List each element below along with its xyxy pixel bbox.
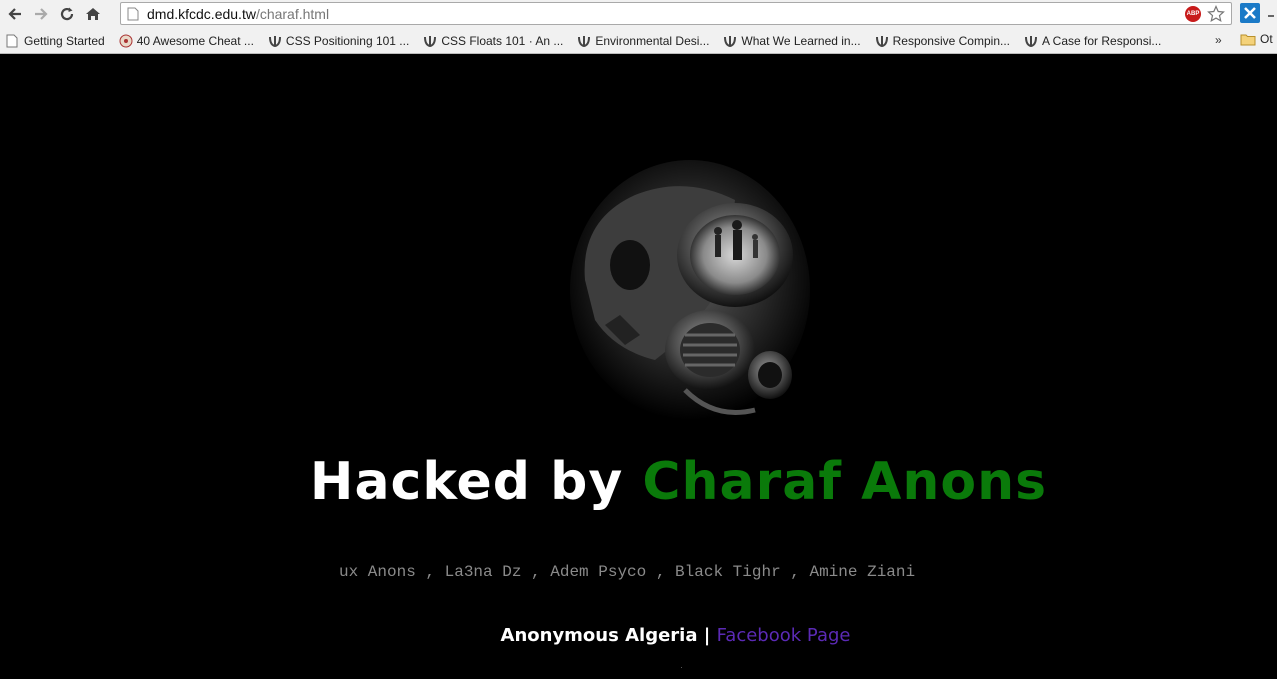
headline-green-text: Charaf Anons: [642, 452, 1048, 512]
home-button[interactable]: [82, 3, 104, 25]
laurel-favicon-icon: [875, 34, 889, 48]
bookmark-item[interactable]: Responsive Compin...: [869, 30, 1018, 52]
page-content: Hacked by Charaf Anons ux Anons , La3na …: [0, 55, 1277, 679]
other-bookmarks-label: Ot: [1260, 32, 1273, 46]
laurel-favicon-icon: [423, 34, 437, 48]
laurel-favicon-icon: [1024, 34, 1038, 48]
bookmark-item[interactable]: Getting Started: [0, 30, 113, 52]
bookmark-label: 40 Awesome Cheat ...: [136, 33, 254, 48]
facebook-page-link[interactable]: Facebook Page: [717, 625, 851, 646]
back-arrow-icon: [8, 8, 21, 20]
browser-toolbar: dmd.kfcdc.edu.tw/charaf.html ABP: [0, 0, 1277, 28]
bookmark-label: CSS Floats 101 · An ...: [441, 33, 564, 48]
other-bookmarks-button[interactable]: Ot: [1240, 32, 1273, 46]
laurel-favicon-icon: [268, 34, 282, 48]
page-headline: Hacked by Charaf Anons: [0, 452, 1277, 512]
folder-icon: [1240, 34, 1256, 45]
bookmark-item[interactable]: A Case for Responsi...: [1018, 30, 1169, 52]
gas-mask-skull-image: [565, 160, 825, 435]
reload-button[interactable]: [56, 3, 78, 25]
adblock-icon[interactable]: ABP: [1185, 6, 1201, 22]
bookmark-label: Getting Started: [24, 33, 105, 48]
laurel-favicon-icon: [723, 34, 737, 48]
bookmark-item[interactable]: 40 Awesome Cheat ...: [113, 30, 262, 52]
url-path: /charaf.html: [255, 5, 330, 22]
bookmarks-bar: Getting Started 40 Awesome Cheat ... CSS…: [0, 28, 1277, 54]
headline-white-text: Hacked by: [309, 452, 643, 512]
bookmark-label: Environmental Desi...: [595, 33, 710, 48]
decorative-dot: [681, 667, 682, 668]
url-domain: dmd.kfcdc.edu.tw: [147, 5, 256, 22]
footer-line: Anonymous Algeria | Facebook Page: [0, 625, 1277, 646]
bookmark-label: What We Learned in...: [741, 33, 861, 48]
bookmarks-overflow-button[interactable]: »: [1215, 33, 1222, 47]
back-button[interactable]: [4, 3, 26, 25]
site-favicon-icon: [119, 34, 133, 48]
home-icon: [86, 8, 100, 20]
page-icon: [6, 34, 20, 48]
menu-icon[interactable]: [1268, 13, 1274, 19]
crew-list: ux Anons , La3na Dz , Adem Psyco , Black…: [339, 563, 916, 581]
reload-icon: [60, 7, 74, 21]
star-icon[interactable]: [1207, 5, 1225, 23]
bookmark-item[interactable]: CSS Positioning 101 ...: [262, 30, 417, 52]
x-extension-icon: [1244, 7, 1256, 19]
team-name: Anonymous Algeria: [500, 625, 698, 646]
laurel-favicon-icon: [577, 34, 591, 48]
bookmark-item[interactable]: CSS Floats 101 · An ...: [417, 30, 571, 52]
bookmark-label: A Case for Responsi...: [1042, 33, 1162, 48]
bookmark-label: CSS Positioning 101 ...: [285, 33, 410, 48]
forward-arrow-icon: [35, 8, 48, 20]
forward-button[interactable]: [30, 3, 52, 25]
extension-icon[interactable]: [1240, 3, 1260, 23]
bookmark-label: Responsive Compin...: [892, 33, 1010, 48]
page-icon: [127, 7, 139, 20]
separator: |: [697, 625, 717, 646]
bookmark-item[interactable]: Environmental Desi...: [571, 30, 717, 52]
address-bar[interactable]: dmd.kfcdc.edu.tw/charaf.html ABP: [120, 2, 1232, 25]
bookmark-item[interactable]: What We Learned in...: [717, 30, 868, 52]
